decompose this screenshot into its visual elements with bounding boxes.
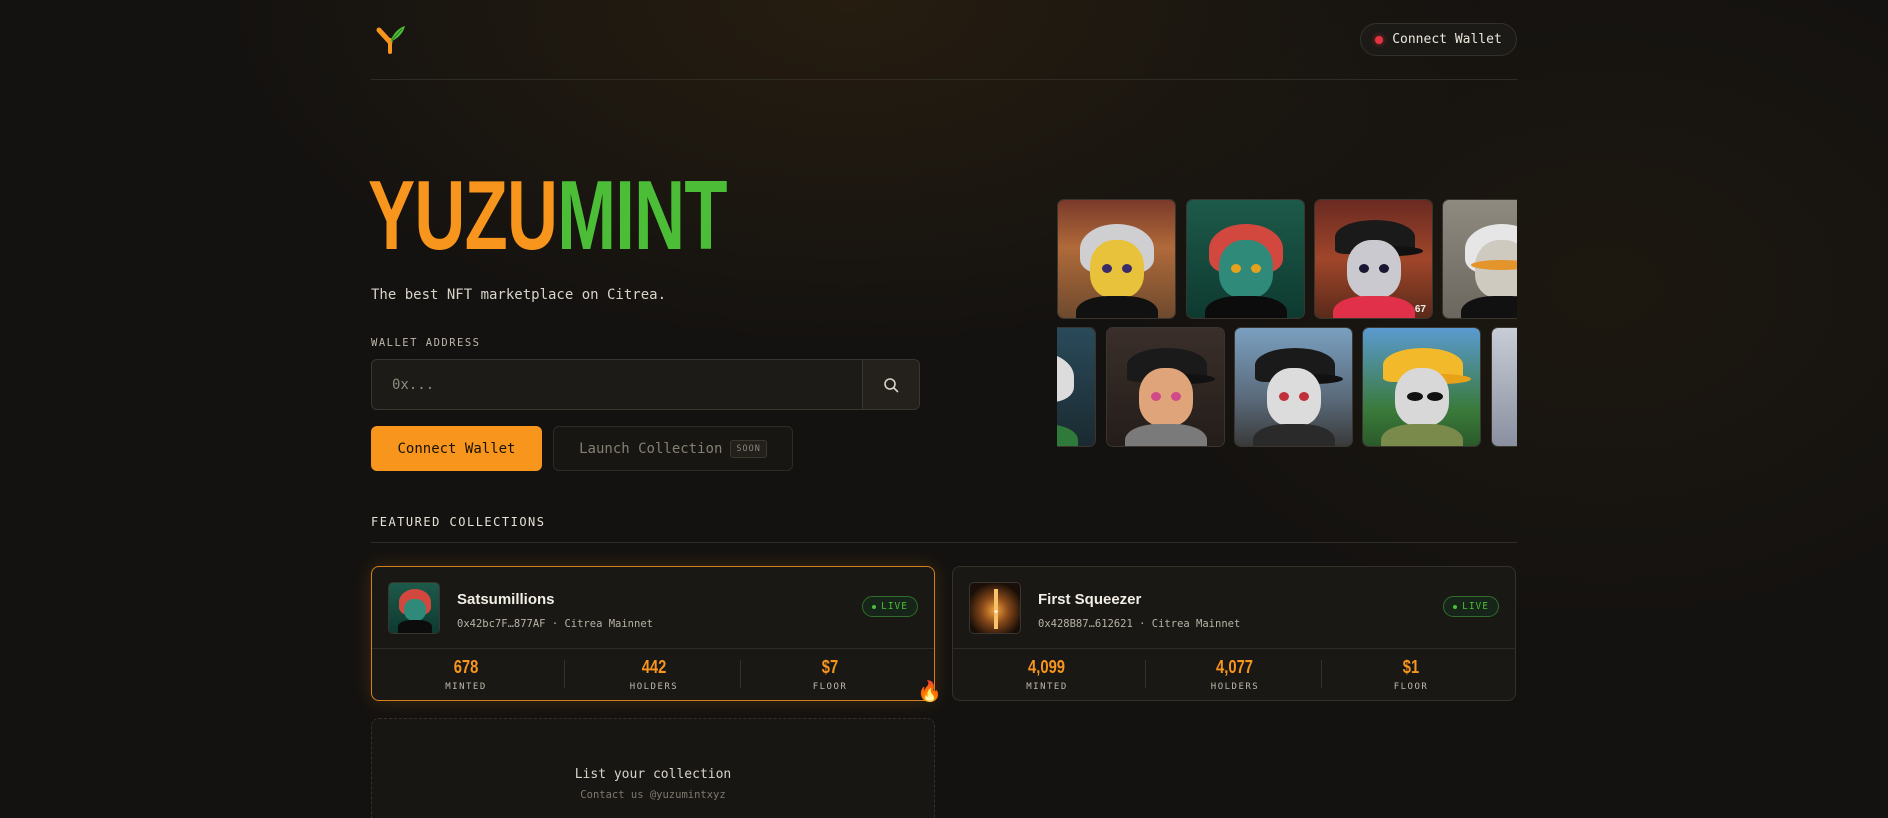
stat-label: MINTED [1026, 682, 1068, 692]
list-collection-title: List your collection [574, 767, 732, 782]
nft-thumbnail[interactable] [1234, 327, 1353, 447]
card-divider [372, 648, 934, 649]
wallet-search-box [371, 359, 920, 410]
hero-title-yuzu: YUZU [368, 160, 558, 270]
nft-thumbnail[interactable] [1186, 199, 1305, 319]
stat-value: $1 [1402, 657, 1420, 677]
stat-label: HOLDERS [629, 682, 679, 692]
collection-card-satsumillions[interactable]: Satsumillions 0x42bc7F…877AF · Citrea Ma… [371, 566, 942, 703]
stat-minted: 678 MINTED [372, 657, 560, 692]
fire-icon: 🔥 [917, 679, 942, 703]
live-label: LIVE [881, 601, 908, 612]
live-status-badge: LIVE [1443, 596, 1499, 617]
nft-thumbnail[interactable]: 67 [1314, 199, 1433, 319]
card-divider [953, 648, 1515, 649]
wallet-status-dot [1375, 35, 1384, 44]
yuzu-logo-icon[interactable] [373, 22, 407, 56]
collection-address: 0x428B87…612621 · Citrea Mainnet [1038, 618, 1241, 630]
wallet-address-label: WALLET ADDRESS [371, 337, 481, 349]
launch-collection-button[interactable]: Launch Collection SOON [553, 426, 793, 471]
connect-wallet-button[interactable]: Connect Wallet [371, 426, 542, 471]
stat-label: MINTED [445, 682, 487, 692]
list-collection-contact: Contact us @yuzumintxyz [580, 789, 726, 801]
soon-badge: SOON [730, 439, 767, 458]
stat-label: FLOOR [812, 682, 848, 692]
stat-minted: 4,099 MINTED [953, 657, 1141, 692]
stat-floor: $7 FLOOR [736, 657, 924, 692]
collection-thumbnail: ✦ [969, 582, 1021, 634]
live-dot-icon [1453, 604, 1458, 609]
live-label: LIVE [1462, 601, 1489, 612]
featured-collections-heading: FEATURED COLLECTIONS [371, 515, 546, 529]
hero-title: YUZUMINT [368, 160, 727, 270]
first-squeezer-wordmark: ✦ [993, 608, 999, 616]
collection-thumbnail [388, 582, 440, 634]
stat-value: 442 [641, 657, 667, 677]
collection-card-first-squeezer[interactable]: ✦ First Squeezer 0x428B87…612621 · Citre… [952, 566, 1516, 701]
page-container: Connect Wallet YUZUMINT The best NFT mar… [368, 0, 1517, 818]
wallet-search-button[interactable] [862, 360, 919, 409]
header-connect-wallet-button[interactable]: Connect Wallet [1360, 23, 1517, 56]
list-collection-card[interactable]: List your collection Contact us @yuzumin… [371, 718, 935, 818]
nft-thumbnail[interactable] [1362, 327, 1481, 447]
wallet-address-input[interactable] [372, 360, 863, 409]
collection-name: First Squeezer [1038, 591, 1142, 608]
stat-label: FLOOR [1393, 682, 1429, 692]
stat-value: 4,077 [1216, 657, 1254, 677]
stat-label: HOLDERS [1210, 682, 1260, 692]
nft-thumbnail[interactable] [1442, 199, 1517, 319]
live-dot-icon [872, 604, 877, 609]
nft-thumbnail[interactable] [1057, 199, 1176, 319]
featured-divider [371, 542, 1517, 543]
hero-title-mint: MINT [557, 160, 727, 270]
nft-thumbnail[interactable] [1106, 327, 1225, 447]
launch-collection-label: Launch Collection [579, 440, 723, 457]
nft-gallery: 67 [1057, 199, 1517, 447]
nft-number-badge: 67 [1414, 304, 1426, 315]
hero-tagline: The best NFT marketplace on Citrea. [371, 287, 667, 303]
stat-value: 678 [453, 657, 479, 677]
stat-floor: $1 FLOOR [1317, 657, 1505, 692]
stat-value: 4,099 [1028, 657, 1066, 677]
stat-value: $7 [821, 657, 839, 677]
collection-name: Satsumillions [457, 591, 555, 608]
nft-thumbnail[interactable] [1057, 327, 1096, 447]
stat-holders: 442 HOLDERS [560, 657, 748, 692]
top-nav: Connect Wallet [371, 0, 1517, 80]
stat-holders: 4,077 HOLDERS [1141, 657, 1329, 692]
nft-thumbnail[interactable] [1491, 327, 1517, 447]
collection-address: 0x42bc7F…877AF · Citrea Mainnet [457, 618, 653, 630]
header-connect-label: Connect Wallet [1392, 32, 1502, 47]
search-icon [884, 377, 899, 392]
live-status-badge: LIVE [862, 596, 918, 617]
